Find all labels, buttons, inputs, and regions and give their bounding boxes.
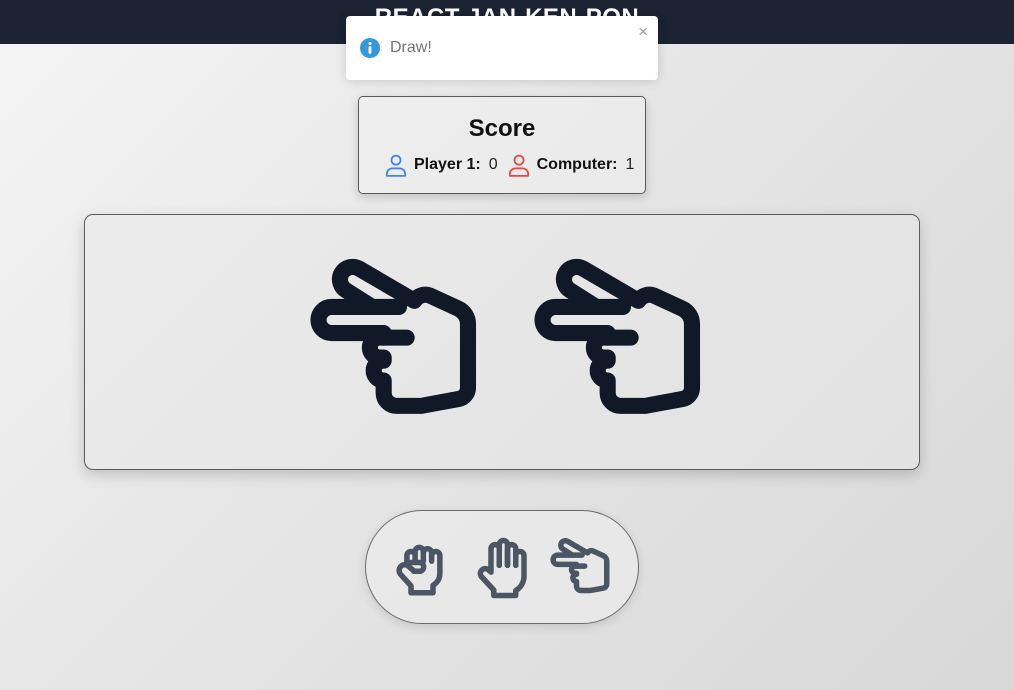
- computer-user-icon: [508, 154, 529, 177]
- info-circle-icon: [360, 38, 380, 58]
- rock-button[interactable]: [386, 535, 458, 601]
- computer-score-value: 1: [625, 156, 635, 173]
- choice-picker: [365, 510, 639, 624]
- paper-button[interactable]: [466, 535, 538, 601]
- battle-arena: [84, 214, 920, 470]
- toast-message: Draw!: [390, 39, 432, 56]
- player-score-label: Player 1:: [414, 156, 481, 173]
- score-row: Player 1: 0 Computer: 1: [383, 151, 642, 179]
- scissors-button[interactable]: [546, 535, 618, 601]
- close-icon[interactable]: ×: [638, 23, 648, 40]
- computer-scissors-hand-icon: [534, 258, 701, 414]
- score-card: Score Player 1: 0 Computer: 1: [358, 96, 646, 194]
- toast-notification: Draw! ×: [346, 16, 658, 80]
- computer-score-label: Computer:: [536, 156, 618, 173]
- score-title: Score: [468, 115, 536, 142]
- player-user-icon: [385, 154, 407, 177]
- player-score-value: 0: [488, 156, 498, 173]
- player-scissors-hand-icon: [310, 258, 477, 414]
